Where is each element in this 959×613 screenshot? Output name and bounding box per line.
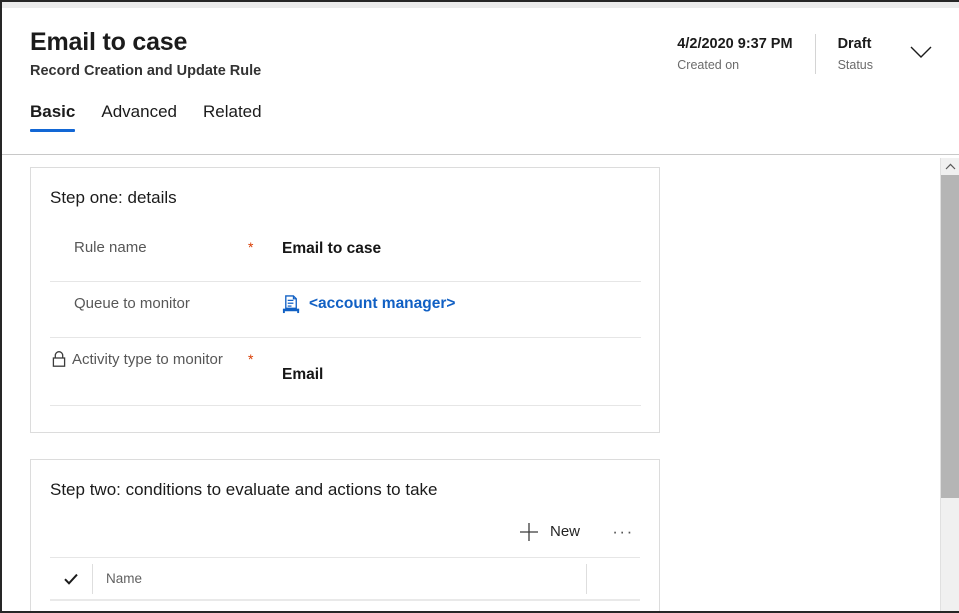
activity-type-value-cell: Email (282, 348, 641, 387)
rule-name-label-cell: Rule name (50, 236, 248, 260)
ellipsis-icon: ··· (612, 522, 634, 541)
lock-icon (52, 351, 66, 367)
queue-label-cell: Queue to monitor (50, 292, 248, 316)
new-button-label: New (549, 523, 580, 540)
activity-type-label: Activity type to monitor (72, 351, 223, 368)
new-button[interactable]: New (510, 515, 588, 549)
tab-basic-label: Basic (30, 102, 76, 121)
status-badge: Draft (837, 36, 872, 52)
select-all-checkbox[interactable] (50, 571, 92, 587)
app-window: Email to case Record Creation and Update… (0, 0, 959, 613)
checkmark-icon (64, 573, 78, 585)
grid-row-separator (50, 599, 640, 601)
grid-command-bar: New ··· (50, 513, 640, 551)
tab-related[interactable]: Related (203, 101, 262, 132)
field-row-activity-type: Activity type to monitor * Email (50, 338, 641, 406)
step-two-title: Step two: conditions to evaluate and act… (50, 480, 438, 499)
tab-basic[interactable]: Basic (30, 101, 76, 132)
record-header: Email to case Record Creation and Update… (2, 8, 959, 155)
chevron-down-icon (910, 46, 932, 58)
queue-value-cell[interactable]: <account manager> (282, 292, 641, 315)
tab-advanced[interactable]: Advanced (101, 101, 177, 132)
card-step-one: Step one: details Rule name * Email to c… (30, 167, 660, 433)
page-title: Email to case (30, 28, 188, 56)
step-one-title: Step one: details (50, 188, 177, 207)
status-group[interactable]: Draft Status (814, 34, 895, 74)
form-content: Step one: details Rule name * Email to c… (2, 158, 959, 611)
grid-header-row: Name (50, 557, 640, 599)
tab-advanced-label: Advanced (101, 102, 177, 121)
created-on-label: Created on (677, 58, 740, 72)
title-block: Email to case Record Creation and Update… (30, 27, 261, 81)
status-label: Status (837, 58, 873, 72)
field-row-rule-name: Rule name * Email to case (50, 226, 641, 282)
tab-related-label: Related (203, 102, 262, 121)
activity-type-label-cell: Activity type to monitor (50, 348, 248, 372)
field-row-queue-to-monitor: Queue to monitor <account manager> (50, 282, 641, 338)
scrollbar-track[interactable] (941, 498, 959, 611)
rule-name-label: Rule name (74, 239, 147, 256)
activity-type-required-cell: * (248, 348, 282, 370)
scrollbar-thumb[interactable] (941, 175, 959, 498)
rule-name-value: Email to case (282, 240, 382, 257)
rule-name-value-cell[interactable]: Email to case (282, 236, 641, 261)
grid-column-divider (586, 563, 587, 594)
page-subtitle: Record Creation and Update Rule (30, 63, 262, 79)
card-step-two: Step two: conditions to evaluate and act… (30, 459, 660, 611)
grid-column-header-name[interactable]: Name (92, 563, 586, 594)
scroll-up-button[interactable] (941, 158, 959, 175)
step-one-fields: Rule name * Email to case Queue to monit… (50, 226, 641, 406)
queue-icon (282, 294, 300, 313)
more-commands-button[interactable]: ··· (606, 515, 640, 549)
queue-lookup-value[interactable]: <account manager> (282, 293, 641, 315)
queue-to-monitor-label: Queue to monitor (74, 295, 190, 312)
queue-lookup-text: <account manager> (309, 295, 456, 312)
rule-name-required-cell: * (248, 236, 282, 258)
plus-icon (519, 523, 538, 541)
activity-type-value: Email (282, 366, 324, 383)
created-on-value: 4/2/2020 9:37 PM (677, 36, 793, 52)
header-meta: 4/2/2020 9:37 PM Created on Draft Status (655, 34, 941, 74)
grid-column-header-name-label: Name (106, 570, 143, 586)
header-expand-button[interactable] (901, 32, 941, 72)
vertical-scrollbar[interactable] (940, 158, 959, 611)
tab-strip: Basic Advanced Related (30, 101, 288, 132)
required-indicator: * (248, 239, 254, 255)
created-on-group: 4/2/2020 9:37 PM Created on (655, 34, 814, 74)
chevron-up-icon (945, 163, 955, 170)
activity-type-required-indicator: * (248, 351, 254, 367)
